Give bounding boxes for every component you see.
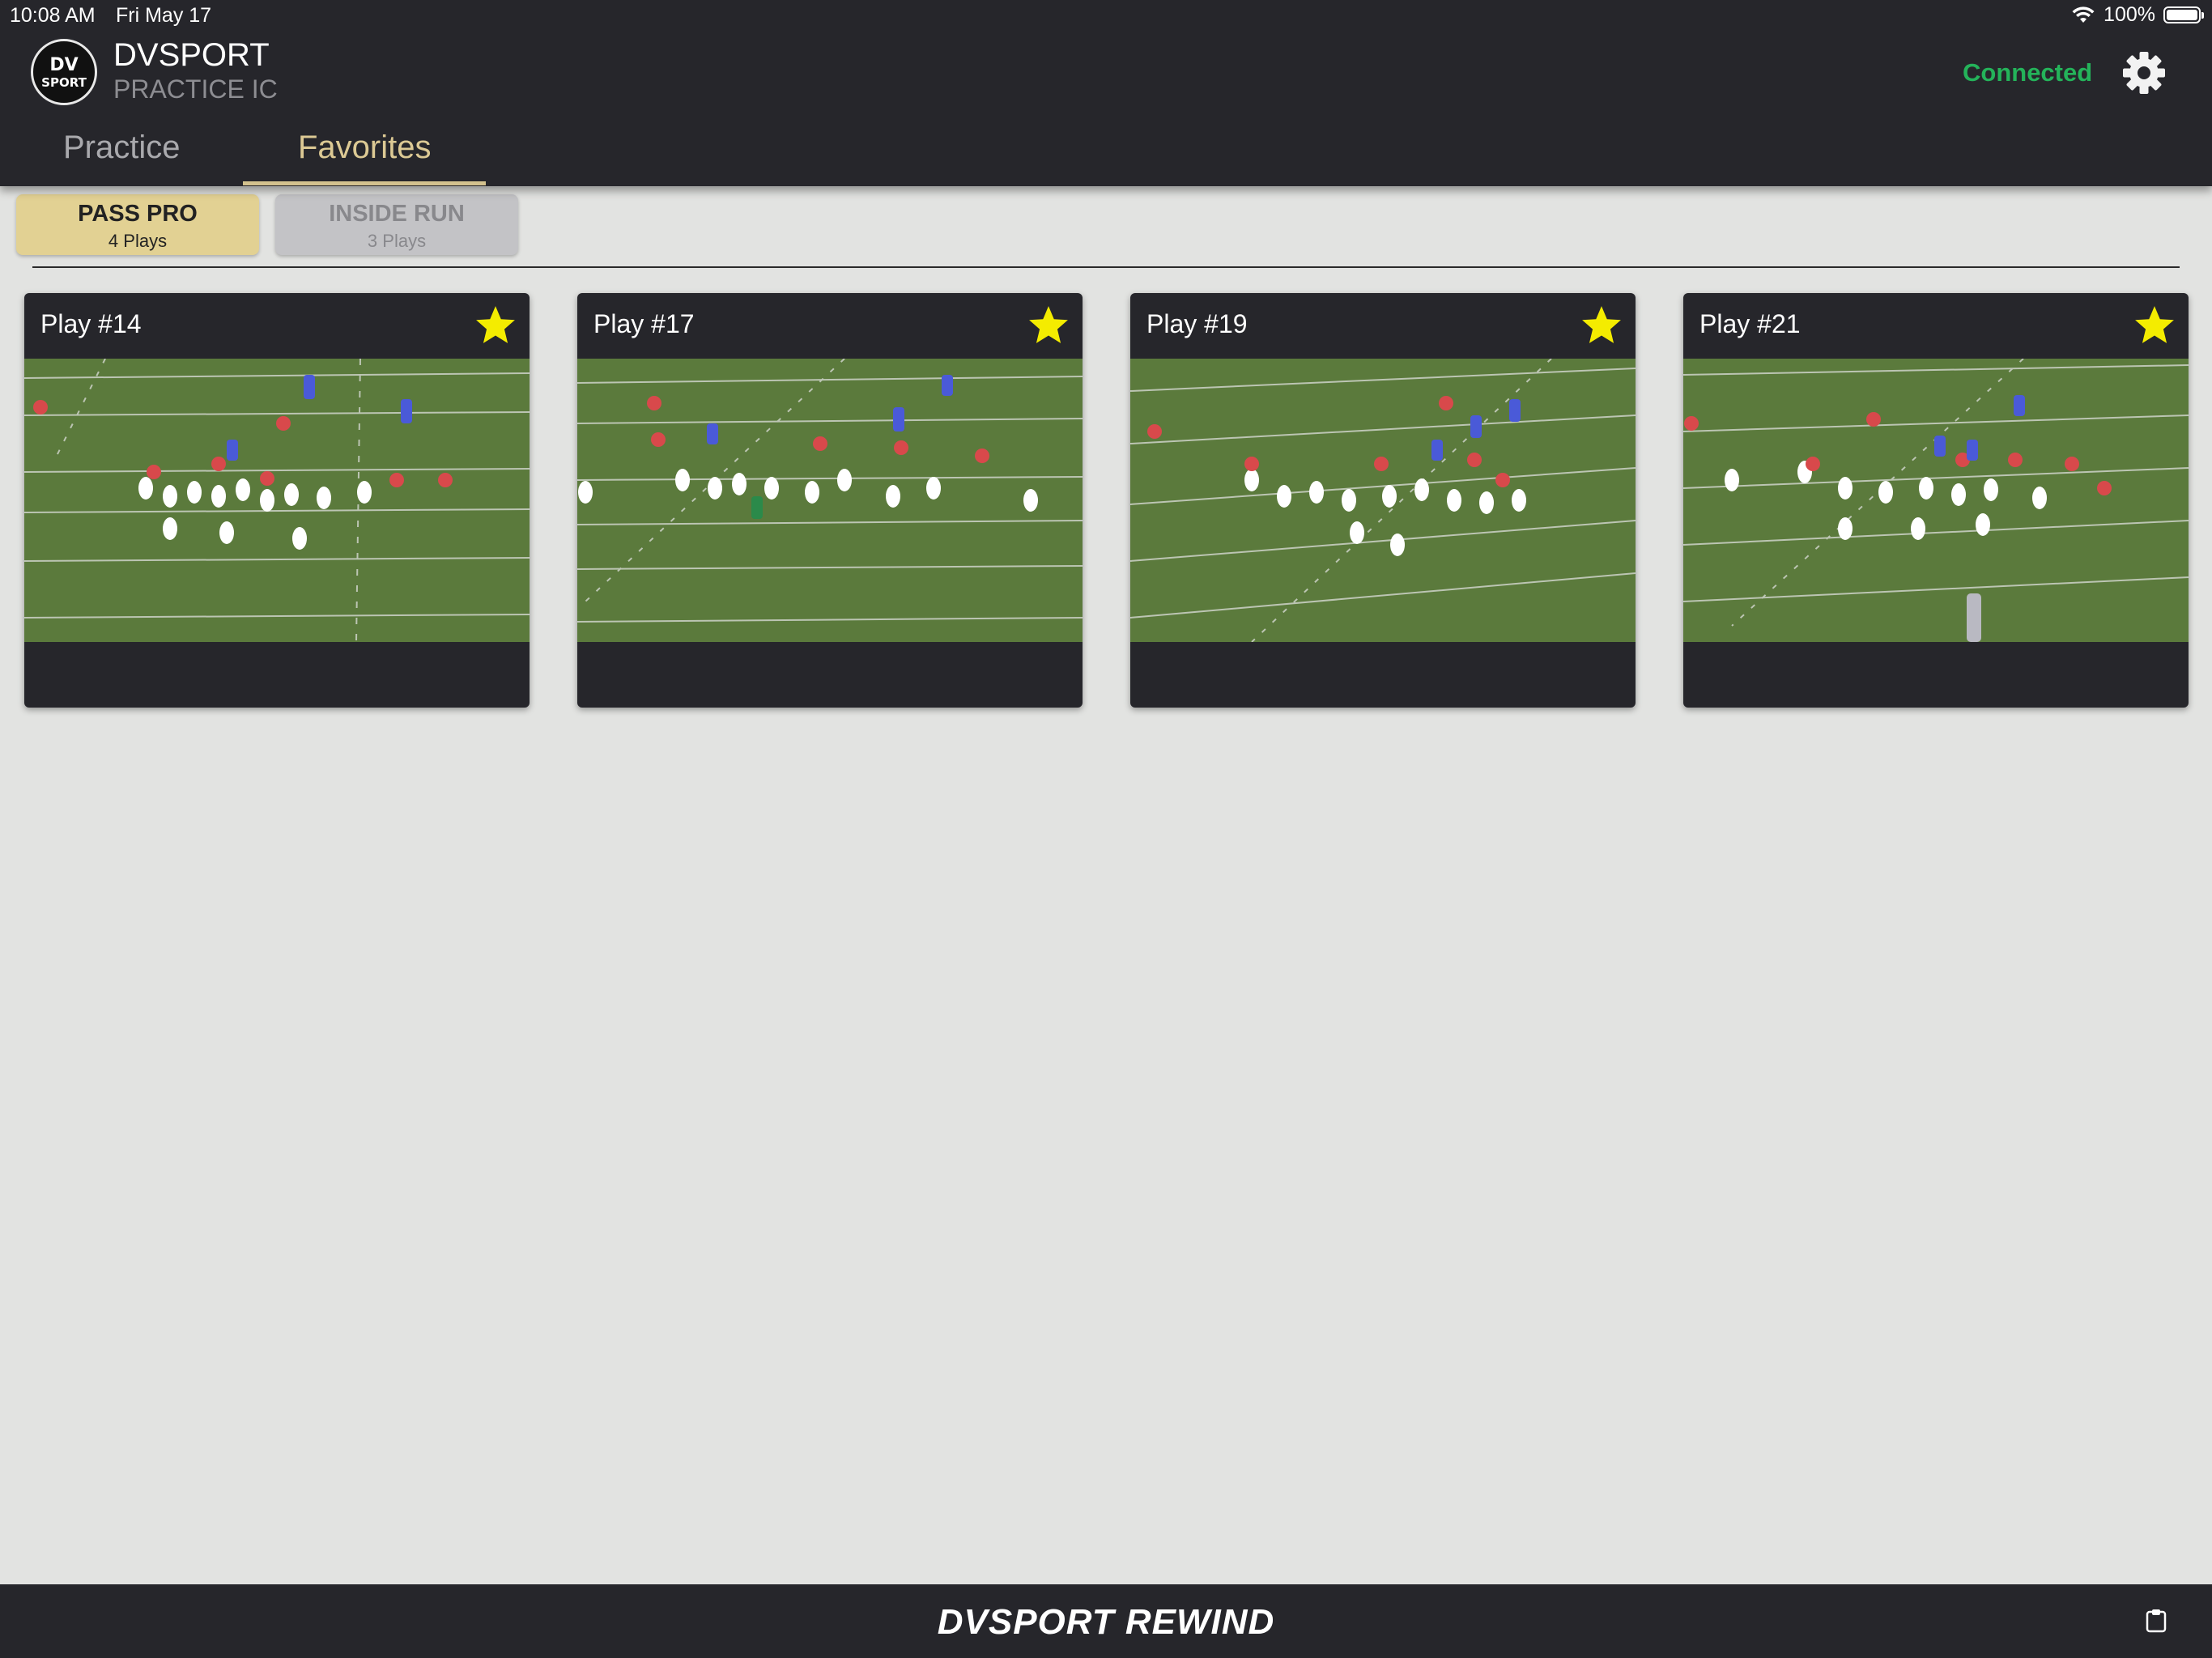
status-bar: 10:08 AM Fri May 17 100% <box>0 0 2212 32</box>
dvsport-logo: DV SPORT <box>31 39 97 105</box>
play-video-thumbnail[interactable] <box>577 359 1083 642</box>
favorite-star-icon[interactable] <box>474 304 517 346</box>
group-play-count: 4 Plays <box>108 231 168 251</box>
battery-percentage: 100% <box>2104 3 2155 26</box>
app-title: DVSPORT <box>113 37 270 73</box>
play-video-thumbnail[interactable] <box>1130 359 1636 642</box>
gear-icon[interactable] <box>2120 49 2168 97</box>
tab-favorites[interactable]: Favorites <box>298 130 432 166</box>
status-date: Fri May 17 <box>116 4 212 27</box>
group-pass-pro[interactable]: PASS PRO 4 Plays <box>16 194 259 255</box>
group-play-count: 3 Plays <box>367 231 427 251</box>
section-divider <box>32 266 2180 268</box>
logo-text-top: DV <box>49 55 78 75</box>
play-video-thumbnail[interactable] <box>24 359 530 642</box>
status-indicators: 100% <box>2071 3 2204 27</box>
status-time: 10:08 AM <box>10 4 96 27</box>
play-card[interactable]: Play #14 <box>24 293 530 708</box>
wifi-icon <box>2072 6 2095 23</box>
clipboard-icon[interactable] <box>2146 1609 2167 1633</box>
play-video-thumbnail[interactable] <box>1683 359 2189 642</box>
battery-icon <box>2163 6 2204 23</box>
footer-brand: DVSPORT REWIND <box>937 1602 1275 1642</box>
favorite-star-icon[interactable] <box>1027 304 1070 346</box>
group-inside-run[interactable]: INSIDE RUN 3 Plays <box>275 194 518 255</box>
play-title: Play #19 <box>1146 309 1248 338</box>
active-tab-indicator <box>243 181 486 185</box>
favorite-star-icon[interactable] <box>2133 304 2176 346</box>
play-card[interactable]: Play #17 <box>577 293 1083 708</box>
favorite-star-icon[interactable] <box>1580 304 1623 346</box>
tab-practice[interactable]: Practice <box>63 130 181 166</box>
play-card[interactable]: Play #21 <box>1683 293 2189 708</box>
play-title: Play #14 <box>40 309 142 338</box>
group-name: PASS PRO <box>78 201 198 227</box>
connection-status: Connected <box>1963 58 2093 87</box>
play-title: Play #21 <box>1699 309 1801 338</box>
app-footer: DVSPORT REWIND <box>0 1584 2212 1658</box>
app-header: 10:08 AM Fri May 17 100% DV SPORT DVSPOR… <box>0 0 2212 186</box>
app-subtitle: PRACTICE IC <box>113 74 278 104</box>
logo-text-bottom: SPORT <box>41 75 87 90</box>
play-card[interactable]: Play #19 <box>1130 293 1636 708</box>
play-title: Play #17 <box>593 309 695 338</box>
group-name: INSIDE RUN <box>329 201 465 227</box>
